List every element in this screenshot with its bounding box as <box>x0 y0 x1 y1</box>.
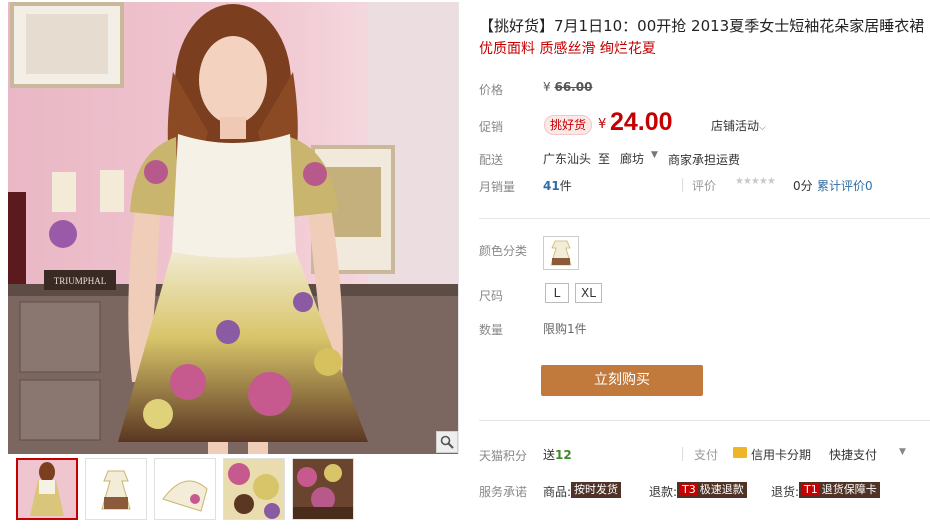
service-goods-tag[interactable]: 按时发货 <box>571 482 621 498</box>
monthly-sales-unit: 件 <box>559 179 572 193</box>
divider <box>682 447 683 461</box>
magnifier-icon <box>440 435 454 449</box>
shipping-fee: 商家承担运费 <box>668 153 741 167</box>
price-label: 价格 <box>479 83 504 97</box>
total-reviews-link[interactable]: 累计评价0 <box>817 177 873 194</box>
promo-badge: 挑好货 <box>544 115 593 135</box>
credit-card-icon <box>733 447 747 458</box>
service-label: 服务承诺 <box>479 485 528 499</box>
color-option[interactable] <box>543 236 579 270</box>
monthly-sales-count: 41 <box>543 179 560 193</box>
quick-pay[interactable]: 快捷支付 <box>829 446 877 463</box>
product-title: 【挑好货】7月1日10：00开抢 2013夏季女士短袖花朵家居睡衣裙 <box>479 17 925 35</box>
monthly-sales-label: 月销量 <box>479 180 516 194</box>
refund-code: T3 <box>680 483 698 496</box>
thumbnail-5[interactable] <box>292 458 354 520</box>
original-currency: ¥ <box>543 80 551 94</box>
service-return-tag[interactable]: T1 退货保障卡 <box>799 482 880 498</box>
service-refund-tag[interactable]: T3 极速退款 <box>677 482 747 498</box>
buy-now-button[interactable]: 立刻购买 <box>541 365 703 396</box>
original-price-value: 66.00 <box>554 80 593 94</box>
ship-from: 广东汕头 <box>543 152 592 166</box>
size-option-l[interactable]: L <box>545 283 569 303</box>
original-price: ¥ 66.00 <box>543 80 592 94</box>
service-refund-label: 退款: <box>649 485 678 499</box>
product-subtitle: 优质面料 质感丝滑 绚烂花夏 <box>479 41 656 57</box>
color-swatch-image <box>544 237 578 269</box>
divider <box>682 178 683 192</box>
ship-destination-select[interactable]: 廊坊 <box>620 150 644 167</box>
monthly-sales-value: 41件 <box>543 177 572 194</box>
size-option-xl[interactable]: XL <box>575 283 602 303</box>
section-divider <box>479 218 930 219</box>
caret-down-icon[interactable]: ▼ <box>651 150 658 160</box>
caret-down-icon[interactable]: ▼ <box>899 447 906 457</box>
shipping-label: 配送 <box>479 153 504 167</box>
return-code: T1 <box>802 483 820 496</box>
color-label: 颜色分类 <box>479 244 528 258</box>
rating-score: 0分 <box>793 179 813 193</box>
credit-installment[interactable]: 信用卡分期 <box>751 446 811 463</box>
size-label: 尺码 <box>479 289 504 303</box>
zoom-button[interactable] <box>436 431 458 453</box>
main-product-image[interactable]: TRIUMPHAL <box>8 2 459 454</box>
points-number: 12 <box>555 448 572 462</box>
rating-stars-icon: ★★★★★ <box>735 176 776 187</box>
service-return-label: 退货: <box>771 485 800 499</box>
promo-currency: ¥ <box>598 117 607 132</box>
section-divider <box>479 420 930 421</box>
refund-text: 极速退款 <box>699 483 744 496</box>
return-text: 退货保障卡 <box>821 483 877 496</box>
points-value: 送12 <box>543 446 572 463</box>
service-goods-label: 商品: <box>543 485 572 499</box>
thumbnail-1[interactable] <box>16 458 78 520</box>
chevron-down-icon: ⌵ <box>759 123 766 133</box>
payment-label: 支付 <box>694 448 719 462</box>
points-prefix: 送 <box>543 448 556 462</box>
thumbnail-2[interactable] <box>85 458 147 520</box>
shop-activity-dropdown[interactable]: 店铺活动⌵ <box>711 117 766 134</box>
ship-to-word: 至 <box>598 152 611 166</box>
shop-activity-label: 店铺活动 <box>711 119 760 133</box>
quantity-label: 数量 <box>479 323 504 337</box>
promo-price: 24.00 <box>610 108 673 136</box>
triumphal-sign: TRIUMPHAL <box>54 276 107 286</box>
thumbnail-3[interactable] <box>154 458 216 520</box>
points-label: 天猫积分 <box>479 449 528 463</box>
rating-label: 评价 <box>692 179 717 193</box>
product-photo-illustration: TRIUMPHAL <box>8 2 458 454</box>
thumbnail-4[interactable] <box>223 458 285 520</box>
promo-label: 促销 <box>479 120 504 134</box>
quantity-limit: 限购1件 <box>543 322 587 336</box>
